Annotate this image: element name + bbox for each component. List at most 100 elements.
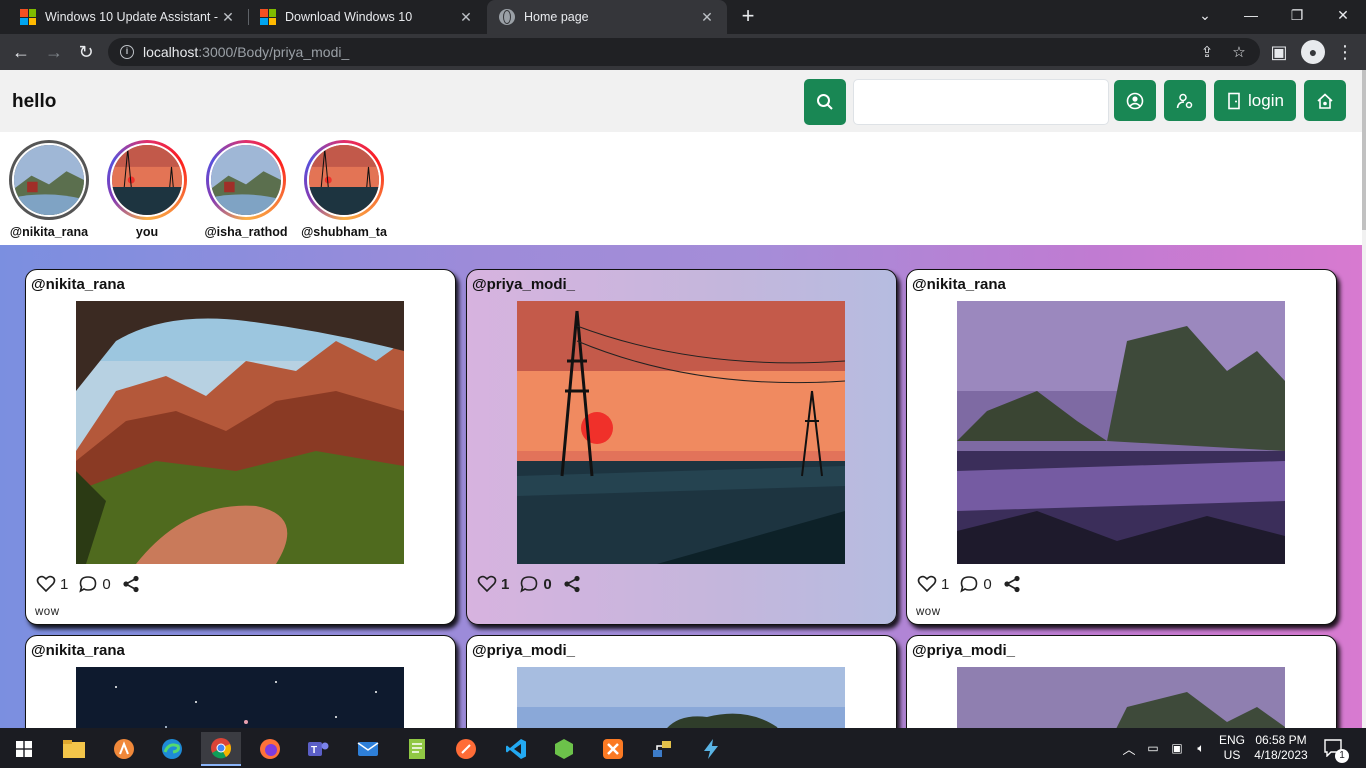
notification-count: 1 (1335, 749, 1349, 763)
post-image[interactable] (76, 301, 404, 564)
story-avatar (309, 145, 379, 215)
vscode-icon[interactable] (496, 732, 536, 766)
share-icon[interactable] (562, 574, 582, 594)
meet-now-icon[interactable]: ▭ (1142, 728, 1164, 768)
story-avatar (211, 145, 281, 215)
mail-app-icon[interactable] (348, 732, 388, 766)
site-brand[interactable]: hello (12, 91, 56, 113)
profile-button[interactable] (1114, 80, 1156, 121)
comment-icon[interactable] (959, 574, 979, 594)
post-caption: wow (916, 606, 941, 618)
lightning-app-icon[interactable] (691, 732, 731, 766)
page-scrollbar[interactable] (1362, 70, 1366, 728)
show-hidden-icons-button[interactable]: ︿ (1118, 728, 1140, 768)
post-card: @priya_modi_ (906, 635, 1337, 728)
app-orange-icon[interactable] (104, 732, 144, 766)
address-bar[interactable]: i localhost:3000/Body/priya_modi_ ⇪ ☆ (108, 38, 1260, 66)
post-actions: 1 0 (917, 574, 1022, 594)
heart-icon[interactable] (917, 574, 937, 594)
story-item[interactable]: @nikita_rana (0, 140, 98, 239)
restore-button[interactable]: ❐ (1274, 0, 1320, 34)
tab-title: Download Windows 10 (285, 10, 413, 24)
volume-icon[interactable]: 🔈︎ (1190, 728, 1212, 768)
tab-search-button[interactable]: ⌄ (1182, 0, 1228, 34)
share-icon[interactable] (1002, 574, 1022, 594)
post-author[interactable]: @priya_modi_ (912, 642, 1015, 659)
scrollbar-thumb[interactable] (1362, 70, 1366, 230)
like-count: 1 (941, 575, 950, 593)
nodejs-icon[interactable] (544, 732, 584, 766)
account-settings-button[interactable] (1164, 80, 1206, 121)
user-gear-icon (1176, 93, 1193, 108)
post-image[interactable] (957, 301, 1285, 564)
post-image[interactable] (517, 667, 845, 728)
new-tab-button[interactable]: + (736, 5, 760, 29)
globe-icon (499, 9, 515, 25)
story-item[interactable]: @shubham_ta (295, 140, 393, 239)
post-author[interactable]: @priya_modi_ (472, 642, 575, 659)
postman-icon[interactable] (446, 732, 486, 766)
post-card: @nikita_rana 1 0 wow (25, 269, 456, 625)
story-username: @shubham_ta (301, 225, 387, 239)
login-button[interactable]: login (1214, 80, 1296, 121)
minimize-button[interactable]: — (1228, 0, 1274, 34)
notepad-plus-icon[interactable] (397, 732, 437, 766)
tab-windows-update-assistant[interactable]: Windows 10 Update Assistant - M ✕ (8, 0, 248, 34)
post-author[interactable]: @nikita_rana (912, 276, 1006, 293)
post-author[interactable]: @priya_modi_ (472, 276, 575, 293)
file-explorer-icon[interactable] (54, 732, 94, 766)
network-icon[interactable]: ▣ (1166, 728, 1188, 768)
comment-count: 0 (983, 575, 992, 593)
clock[interactable]: 06:58 PM 4/18/2023 (1250, 728, 1312, 768)
search-button[interactable] (804, 79, 846, 125)
xampp-icon[interactable] (593, 732, 633, 766)
login-label: login (1248, 90, 1284, 110)
close-tab-icon[interactable]: ✕ (220, 9, 236, 26)
bookmark-star-icon[interactable]: ☆ (1230, 44, 1248, 62)
home-button[interactable] (1304, 80, 1346, 121)
url-host: localhost (143, 44, 199, 60)
firefox-icon[interactable] (250, 732, 290, 766)
share-icon[interactable] (121, 574, 141, 594)
post-author[interactable]: @nikita_rana (31, 642, 125, 659)
start-button[interactable] (4, 732, 44, 766)
forward-button[interactable]: → (43, 41, 65, 63)
input-language-indicator[interactable]: ENG US (1212, 728, 1252, 768)
chrome-browser-icon[interactable] (201, 732, 241, 766)
windows-start-icon (16, 741, 32, 757)
reload-button[interactable]: ↻ (75, 41, 97, 63)
windows-taskbar: T ︿ ▭ ▣ 🔈︎ ENG US 06:58 PM 4/18/2023 1 (0, 728, 1366, 768)
profile-icon[interactable]: ● (1301, 40, 1325, 64)
teams-icon[interactable]: T (298, 732, 338, 766)
back-button[interactable]: ← (10, 41, 32, 63)
notification-center-button[interactable]: 1 (1318, 728, 1350, 768)
story-item[interactable]: you (98, 140, 196, 239)
comment-icon[interactable] (78, 574, 98, 594)
tab-title: Windows 10 Update Assistant - M (45, 10, 220, 24)
share-icon[interactable]: ⇪ (1198, 44, 1216, 62)
site-info-icon[interactable]: i (120, 45, 134, 59)
heart-icon[interactable] (477, 574, 497, 594)
close-tab-icon[interactable]: ✕ (699, 9, 715, 26)
user-circle-icon (1126, 92, 1144, 109)
side-panel-icon[interactable]: ▣ (1268, 41, 1290, 63)
post-image[interactable] (517, 301, 845, 564)
like-count: 1 (501, 575, 510, 593)
heart-icon[interactable] (36, 574, 56, 594)
post-image[interactable] (957, 667, 1285, 728)
comment-icon[interactable] (519, 574, 539, 594)
close-window-button[interactable]: ✕ (1320, 0, 1366, 34)
post-card: @priya_modi_ (466, 635, 897, 728)
tab-download-windows-10[interactable]: Download Windows 10 ✕ (248, 0, 486, 34)
network-tool-icon[interactable] (642, 732, 682, 766)
story-item[interactable]: @isha_rathod (197, 140, 295, 239)
tab-home-page[interactable]: Home page ✕ (487, 0, 727, 34)
post-image[interactable] (76, 667, 404, 728)
search-input[interactable] (853, 79, 1109, 125)
edge-browser-icon[interactable] (152, 732, 192, 766)
post-card: @nikita_rana (25, 635, 456, 728)
menu-icon[interactable]: ⋮ (1334, 41, 1356, 63)
browser-toolbar: ← → ↻ i localhost:3000/Body/priya_modi_ … (0, 34, 1366, 70)
close-tab-icon[interactable]: ✕ (458, 9, 474, 26)
post-author[interactable]: @nikita_rana (31, 276, 125, 293)
